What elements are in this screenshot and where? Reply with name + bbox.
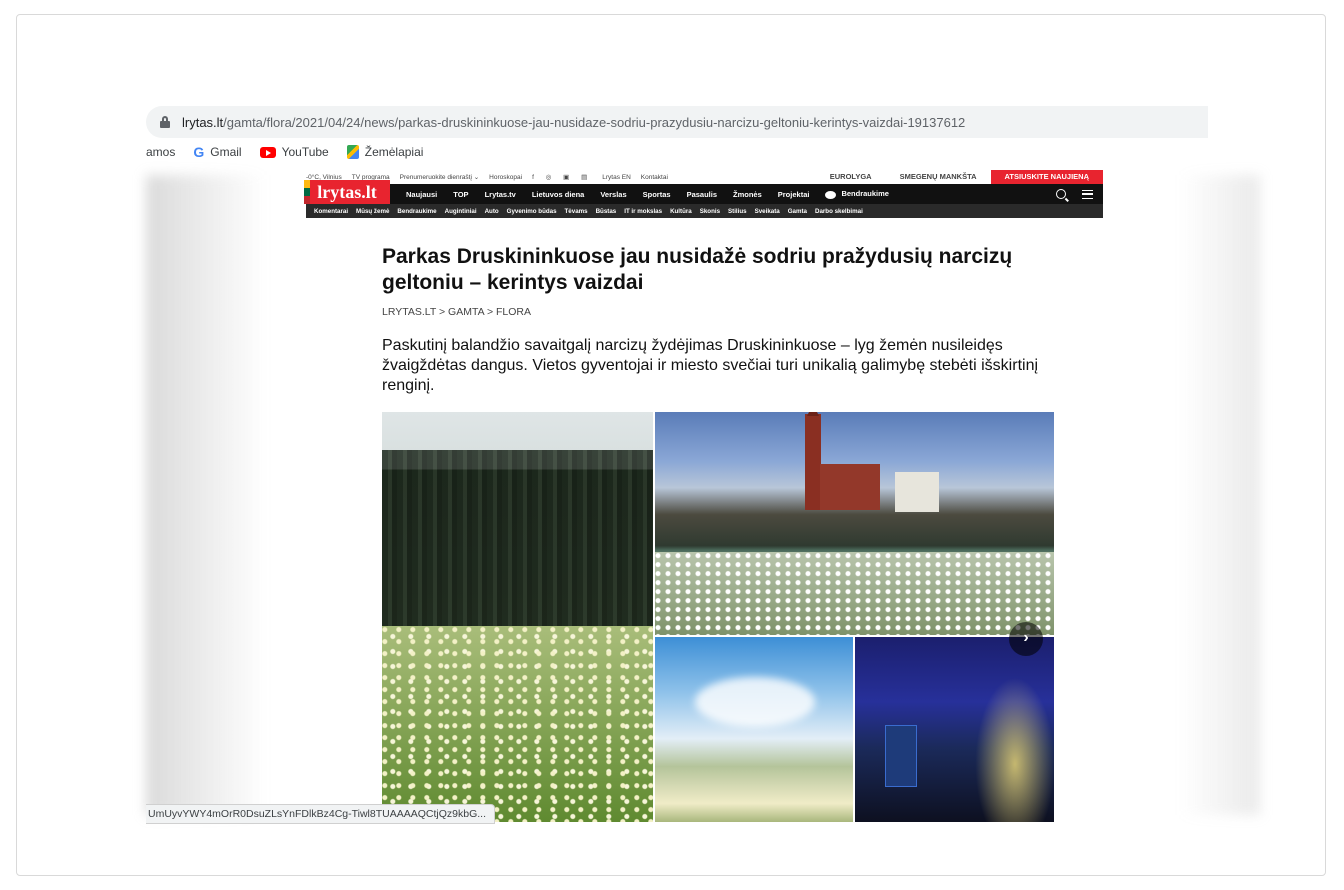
subnav-item[interactable]: Gamta — [788, 208, 807, 215]
social-icons[interactable]: f ◎ ▣ ▤ — [532, 173, 592, 181]
subnav-item[interactable]: Augintiniai — [445, 208, 477, 215]
search-icon[interactable] — [1056, 189, 1066, 199]
sub-nav: Komentarai Mūsų žemė Bendraukime Auginti… — [306, 204, 1103, 218]
photo-forest-narcissus[interactable] — [382, 412, 653, 822]
horoscope-link[interactable]: Horoskopai — [489, 174, 522, 181]
subnav-item[interactable]: Skonis — [700, 208, 720, 215]
menu-icon[interactable] — [1082, 189, 1093, 199]
photo-night-lights[interactable] — [855, 637, 1054, 822]
lrytas-en-link[interactable]: Lrytas EN — [602, 174, 631, 181]
subnav-item[interactable]: Auto — [485, 208, 499, 215]
site-header: -0°C, Vilnius TV programa Prenumeruokite… — [304, 170, 1103, 218]
flag-icon — [304, 180, 310, 204]
address-bar[interactable]: lrytas.lt/gamta/flora/2021/04/24/news/pa… — [146, 106, 1208, 138]
contacts-link[interactable]: Kontaktai — [641, 174, 668, 181]
subnav-item[interactable]: Mūsų žemė — [356, 208, 389, 215]
left-shade — [146, 175, 266, 815]
photo-church-park[interactable] — [655, 412, 1054, 635]
url-text[interactable]: lrytas.lt/gamta/flora/2021/04/24/news/pa… — [182, 115, 965, 130]
photo-sky-couple[interactable] — [655, 637, 853, 822]
bookmark-apps[interactable]: amos — [146, 145, 175, 159]
nav-item-top[interactable]: TOP — [453, 190, 468, 199]
subnav-item[interactable]: Būstas — [596, 208, 617, 215]
send-news-button[interactable]: ATSIUSKITE NAUJIENĄ — [990, 170, 1103, 184]
brain-game-button[interactable]: SMEGENŲ MANKŠTA — [886, 170, 991, 184]
nav-item-sportas[interactable]: Sportas — [643, 190, 671, 199]
subnav-item[interactable]: Stilius — [728, 208, 747, 215]
bookmarks-bar: amos G Gmail YouTube Žemėlapiai — [146, 142, 441, 162]
nav-item-naujausi[interactable]: Naujausi — [406, 190, 437, 199]
nav-item-zmones[interactable]: Žmonės — [733, 190, 762, 199]
bookmark-maps[interactable]: Žemėlapiai — [346, 145, 423, 159]
chat-bubble-icon — [825, 190, 837, 199]
subscribe-link[interactable]: Prenumeruokite dienraštį ⌄ — [400, 173, 480, 181]
bookmark-gmail[interactable]: G Gmail — [193, 144, 241, 160]
article-title: Parkas Druskininkuose jau nusidažė sodri… — [382, 245, 1013, 294]
subnav-item[interactable]: Komentarai — [314, 208, 348, 215]
subnav-item[interactable]: Sveikata — [755, 208, 780, 215]
youtube-icon — [259, 146, 276, 158]
breadcrumb[interactable]: LRYTAS.LT > GAMTA > FLORA — [382, 306, 1062, 318]
subnav-item[interactable]: Darbo skelbimai — [815, 208, 863, 215]
status-bar-url: UmUyvYWY4mOrR0DsuZLsYnFDlkBz4Cg-Tiwl8TUA… — [146, 804, 495, 824]
right-shade — [1180, 175, 1260, 815]
article: Parkas Druskininkuose jau nusidažė sodri… — [382, 244, 1062, 396]
google-icon: G — [193, 144, 205, 160]
nav-item-pasaulis[interactable]: Pasaulis — [687, 190, 717, 199]
subnav-item[interactable]: Tėvams — [565, 208, 588, 215]
site-logo[interactable]: lrytas.lt — [304, 180, 390, 204]
photo-gallery[interactable]: › — [382, 412, 1054, 822]
nav-item-projektai[interactable]: Projektai — [778, 190, 810, 199]
subnav-item[interactable]: Kultūra — [670, 208, 692, 215]
main-nav: lrytas.lt Naujausi TOP Lrytas.tv Lietuvo… — [304, 180, 1103, 204]
nav-item-verslas[interactable]: Verslas — [600, 190, 626, 199]
subnav-item[interactable]: Bendraukime — [397, 208, 436, 215]
lock-icon[interactable] — [160, 116, 170, 128]
article-lead: Paskutinį balandžio savaitgalį narcizų ž… — [382, 337, 1039, 394]
nav-item-bendraukime[interactable]: Bendraukime — [825, 189, 889, 199]
euroleague-button[interactable]: EUROLYGA — [816, 170, 886, 184]
gallery-next-button[interactable]: › — [1009, 622, 1043, 656]
nav-item-lrytas-tv[interactable]: Lrytas.tv — [485, 190, 516, 199]
subnav-item[interactable]: Gyvenimo būdas — [507, 208, 557, 215]
maps-icon — [346, 145, 359, 159]
site-topbar: -0°C, Vilnius TV programa Prenumeruokite… — [306, 170, 1103, 184]
nav-item-lietuvos-diena[interactable]: Lietuvos diena — [532, 190, 585, 199]
subnav-item[interactable]: IT ir mokslas — [624, 208, 662, 215]
bookmark-youtube[interactable]: YouTube — [259, 145, 329, 159]
